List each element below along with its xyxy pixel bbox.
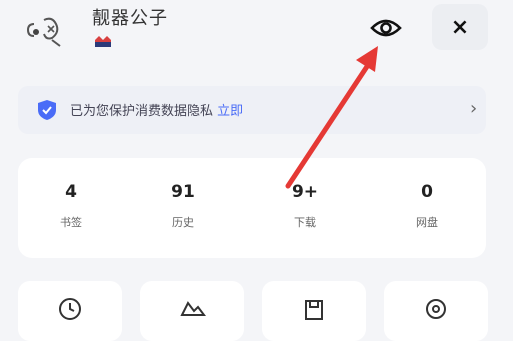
- stat-label: 网盘: [416, 216, 438, 229]
- close-button[interactable]: ×: [432, 4, 488, 50]
- stats-panel: 4 书签 91 历史 9+ 下载 0 网盘: [18, 158, 486, 258]
- notice-message: 已为您保护消费数据隐私: [70, 104, 214, 119]
- theme-icon: [180, 301, 206, 316]
- gear-icon: [426, 299, 446, 319]
- eye-icon[interactable]: [366, 10, 406, 46]
- stat-label: 下载: [294, 216, 316, 229]
- profile-header: 靓器公子 ×: [0, 0, 513, 70]
- stat-value: 4: [65, 182, 77, 202]
- stat-label: 书签: [60, 216, 82, 229]
- shortcut-tile-theme[interactable]: [140, 281, 244, 341]
- chevron-right-icon: ›: [470, 98, 478, 119]
- vip-badge-icon: [92, 32, 114, 50]
- shortcut-tile-files[interactable]: [262, 281, 366, 341]
- shortcut-tile-settings[interactable]: [384, 281, 488, 341]
- stat-downloads[interactable]: 9+ 下载: [250, 182, 360, 230]
- privacy-notice-banner[interactable]: 已为您保护消费数据隐私 立即 ›: [18, 86, 486, 134]
- notice-link[interactable]: 立即: [217, 104, 243, 119]
- clock-icon: [59, 298, 81, 320]
- stat-value: 0: [421, 182, 433, 202]
- file-icon: [305, 300, 323, 320]
- stat-value: 91: [171, 182, 195, 202]
- avatar[interactable]: [22, 10, 72, 50]
- username: 靓器公子: [92, 8, 168, 29]
- stat-history[interactable]: 91 历史: [128, 182, 238, 230]
- stat-bookmarks[interactable]: 4 书签: [16, 182, 126, 230]
- privacy-notice-text: 已为您保护消费数据隐私 立即: [70, 100, 243, 119]
- shield-icon: [38, 100, 56, 120]
- shortcut-tile-clock[interactable]: [18, 281, 122, 341]
- stat-label: 历史: [172, 216, 194, 229]
- stat-cloud[interactable]: 0 网盘: [372, 182, 482, 230]
- close-icon: ×: [450, 14, 470, 40]
- stat-value: 9+: [291, 182, 319, 202]
